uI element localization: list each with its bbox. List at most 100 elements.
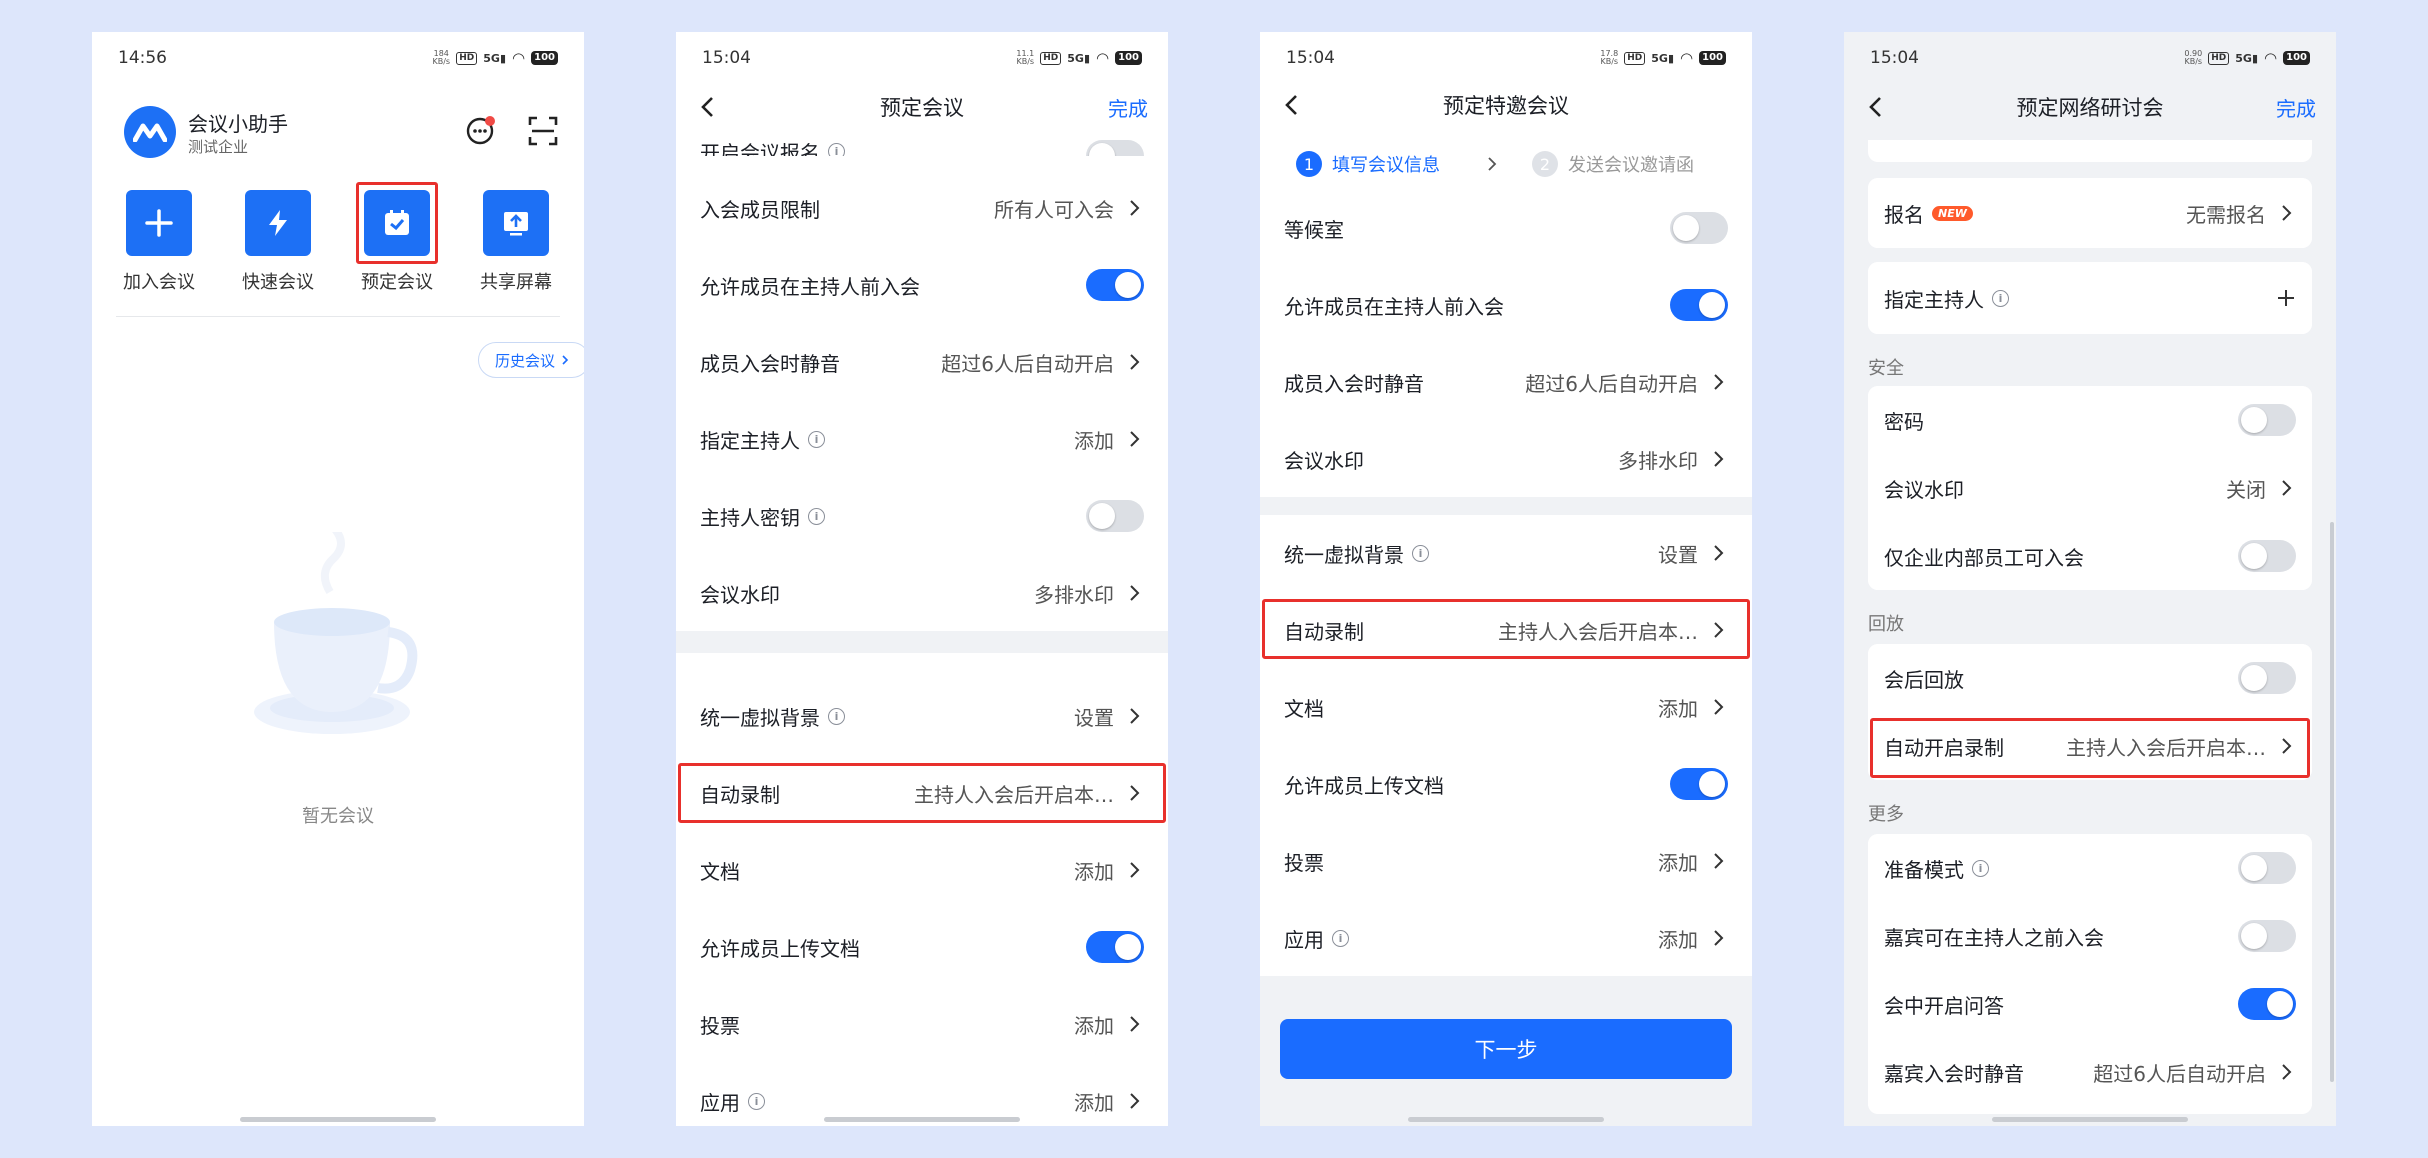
settings-row-prep-mode: 准备模式 i (1868, 834, 2312, 902)
settings-row-vote[interactable]: 投票 添加 (1260, 823, 1752, 899)
share-screen-button[interactable] (483, 190, 549, 256)
settings-row-watermark[interactable]: 会议水印 多排水印 (676, 555, 1168, 631)
toggle-switch[interactable] (2238, 852, 2296, 884)
signal-icon: 5G▮ (1067, 51, 1091, 65)
chevron-right-icon (1130, 200, 1140, 216)
settings-row-documents[interactable]: 文档 添加 (1260, 669, 1752, 745)
toggle-switch[interactable] (2238, 988, 2296, 1020)
chevron-right-icon (2282, 1064, 2292, 1080)
settings-row-vote[interactable]: 投票 添加 (676, 986, 1168, 1062)
row-label: 投票 (1284, 850, 1324, 875)
plus-icon (2278, 290, 2294, 306)
quick-meeting-button[interactable] (245, 190, 311, 256)
settings-row-join-before-host: 允许成员在主持人前入会 (676, 247, 1168, 323)
info-icon: i (828, 143, 845, 156)
row-label: 等候室 (1284, 217, 1344, 242)
toggle-switch[interactable] (1670, 289, 1728, 321)
signal-icon: 5G▮ (1651, 51, 1675, 65)
nav-bar: 预定特邀会议 (1260, 74, 1752, 136)
toggle-switch[interactable] (1086, 500, 1144, 532)
step-2-label: 发送会议邀请函 (1568, 155, 1694, 176)
row-label: 主持人密钥 i (700, 502, 825, 531)
page-title: 预定特邀会议 (1443, 94, 1569, 118)
toggle-switch[interactable] (1086, 931, 1144, 963)
settings-row-password: 密码 (1868, 386, 2312, 454)
join-meeting-label: 加入会议 (123, 272, 195, 293)
info-icon: i (828, 707, 845, 725)
row-value: 超过6人后自动开启 (1525, 371, 1698, 396)
chevron-right-icon (1130, 1016, 1140, 1032)
step-1-number: 1 (1296, 151, 1322, 177)
row-label: 仅企业内部员工可入会 (1884, 545, 2084, 570)
settings-row-mute-on-join[interactable]: 成员入会时静音 超过6人后自动开启 (1260, 344, 1752, 420)
settings-row-watermark[interactable]: 会议水印 多排水印 (1260, 421, 1752, 497)
settings-row-watermark[interactable]: 会议水印 关闭 (1868, 454, 2312, 522)
back-icon[interactable] (1866, 76, 1886, 138)
scrollbar[interactable] (2330, 522, 2334, 1082)
quick-meeting-label: 快速会议 (242, 272, 314, 293)
chevron-right-icon (2282, 205, 2292, 221)
next-step-button[interactable]: 下一步 (1280, 1019, 1732, 1079)
row-label: 会议水印 (1284, 448, 1364, 473)
settings-row-qa: 会中开启问答 (1868, 970, 2312, 1038)
settings-row-assign-host[interactable]: 指定主持人 i 添加 (676, 401, 1168, 477)
row-label: 会后回放 (1884, 667, 1964, 692)
row-value: 添加 (1074, 1013, 1114, 1038)
info-icon: i (1412, 544, 1429, 562)
hd-icon: HD (2208, 51, 2230, 65)
settings-row-signup[interactable]: 报名 NEW 无需报名 (1868, 178, 2312, 248)
info-icon: i (808, 430, 825, 448)
status-icons: 0.90 KB/s HD 5G▮ ◠ 100 (2184, 49, 2310, 67)
join-meeting-button[interactable] (126, 190, 192, 256)
row-value: 无需报名 (2186, 202, 2266, 227)
highlight-box (356, 182, 438, 264)
quick-actions: 加入会议 快速会议 预定会议 共享屏幕 (92, 190, 584, 300)
info-icon: i (1332, 929, 1349, 947)
settings-row-virtual-bg[interactable]: 统一虚拟背景 i 设置 (676, 678, 1168, 754)
settings-row-assign-host[interactable]: 指定主持人 i (1868, 262, 2312, 334)
phone-screen-home: 14:56 184 KB/s HD 5G▮ ◠ 100 会议小助手 测试企业 加… (92, 32, 584, 1126)
row-label: 成员入会时静音 (1284, 371, 1424, 396)
toggle-switch[interactable] (2238, 920, 2296, 952)
chevron-right-icon (1714, 853, 1724, 869)
status-icons: 184 KB/s HD 5G▮ ◠ 100 (432, 49, 558, 67)
settings-row-guest-mute[interactable]: 嘉宾入会时静音 超过6人后自动开启 (1868, 1038, 2312, 1106)
history-meetings-button[interactable]: 历史会议 (478, 342, 584, 378)
toggle-switch[interactable] (2238, 662, 2296, 694)
row-label: 密码 (1884, 409, 1924, 434)
settings-row-member-limit[interactable]: 入会成员限制 所有人可入会 (676, 170, 1168, 246)
row-value: 添加 (1658, 850, 1698, 875)
section-divider (1260, 497, 1752, 515)
wifi-icon: ◠ (2264, 49, 2278, 67)
settings-row-virtual-bg[interactable]: 统一虚拟背景 i 设置 (1260, 515, 1752, 591)
chevron-right-icon (1130, 1093, 1140, 1109)
done-button[interactable]: 完成 (1108, 76, 1148, 138)
row-label: 统一虚拟背景 i (700, 702, 845, 731)
hd-icon: HD (1040, 51, 1062, 65)
settings-row-mute-on-join[interactable]: 成员入会时静音 超过6人后自动开启 (676, 324, 1168, 400)
row-value: 超过6人后自动开启 (941, 351, 1114, 376)
row-label: 嘉宾入会时静音 (1884, 1061, 2024, 1086)
toggle-switch[interactable] (1086, 269, 1144, 301)
toggle-switch[interactable] (1086, 140, 1144, 156)
settings-row-apps[interactable]: 应用 i 添加 (1260, 900, 1752, 976)
back-icon[interactable] (1282, 74, 1302, 136)
step-1-label: 填写会议信息 (1332, 155, 1440, 176)
new-badge: NEW (1932, 205, 1973, 221)
plus-icon (145, 209, 173, 237)
row-value: 添加 (1658, 696, 1698, 721)
back-icon[interactable] (698, 76, 718, 138)
toggle-switch[interactable] (1670, 768, 1728, 800)
scan-icon[interactable] (528, 116, 558, 146)
message-icon[interactable] (466, 116, 496, 146)
status-time: 15:04 (702, 48, 751, 68)
status-bar: 14:56 184 KB/s HD 5G▮ ◠ 100 (92, 32, 584, 84)
chevron-right-icon (1130, 708, 1140, 724)
toggle-switch[interactable] (2238, 540, 2296, 572)
home-indicator (1992, 1117, 2188, 1122)
done-button[interactable]: 完成 (2276, 76, 2316, 138)
settings-row-documents[interactable]: 文档 添加 (676, 832, 1168, 908)
toggle-switch[interactable] (2238, 404, 2296, 436)
toggle-switch[interactable] (1670, 212, 1728, 244)
chevron-right-icon (1130, 862, 1140, 878)
